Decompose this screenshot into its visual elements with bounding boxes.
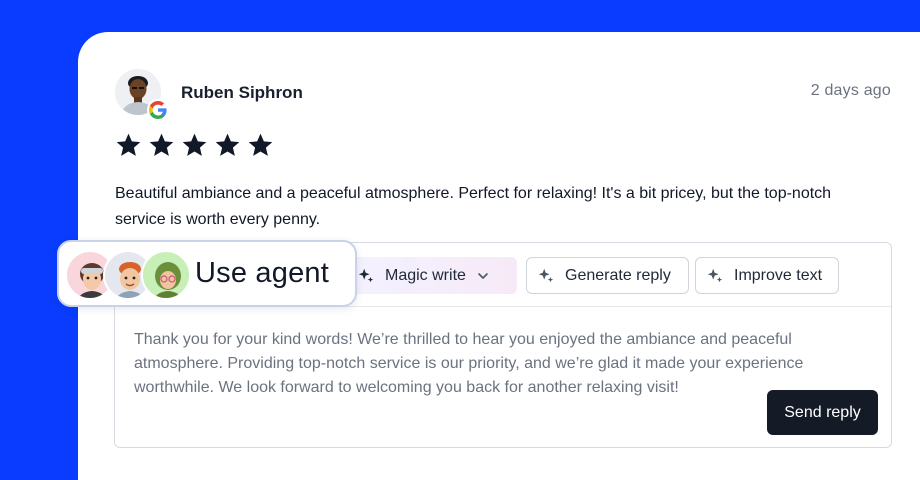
sparkle-icon (706, 266, 726, 286)
magic-write-label: Magic write (385, 266, 466, 284)
reviewer-avatar-wrap (115, 69, 169, 121)
generate-reply-label: Generate reply (565, 266, 671, 284)
chevron-down-icon (476, 269, 490, 283)
reviewer: Ruben Siphron (115, 69, 303, 121)
use-agent-button[interactable]: Use agent (57, 240, 357, 307)
magic-write-dropdown[interactable]: Magic write (347, 257, 517, 294)
use-agent-label: Use agent (195, 257, 329, 289)
star-icon (182, 133, 207, 156)
agent-avatars (65, 247, 195, 301)
review-timestamp: 2 days ago (810, 82, 891, 99)
agent-avatar (141, 249, 191, 300)
star-icon (116, 133, 141, 156)
star-icon (248, 133, 273, 156)
send-reply-button[interactable]: Send reply (767, 390, 878, 435)
generate-reply-button[interactable]: Generate reply (526, 257, 689, 294)
improve-text-label: Improve text (734, 266, 823, 284)
review-text: Beautiful ambiance and a peaceful atmosp… (115, 185, 832, 228)
reply-textarea[interactable]: Thank you for your kind words! We’re thr… (134, 328, 874, 400)
improve-text-button[interactable]: Improve text (695, 257, 839, 294)
sparkle-icon (357, 266, 377, 286)
star-icon (149, 133, 174, 156)
google-icon (147, 99, 169, 121)
star-rating (115, 132, 274, 158)
sparkle-icon (537, 266, 557, 286)
reviewer-name: Ruben Siphron (181, 83, 303, 102)
star-icon (215, 133, 240, 156)
